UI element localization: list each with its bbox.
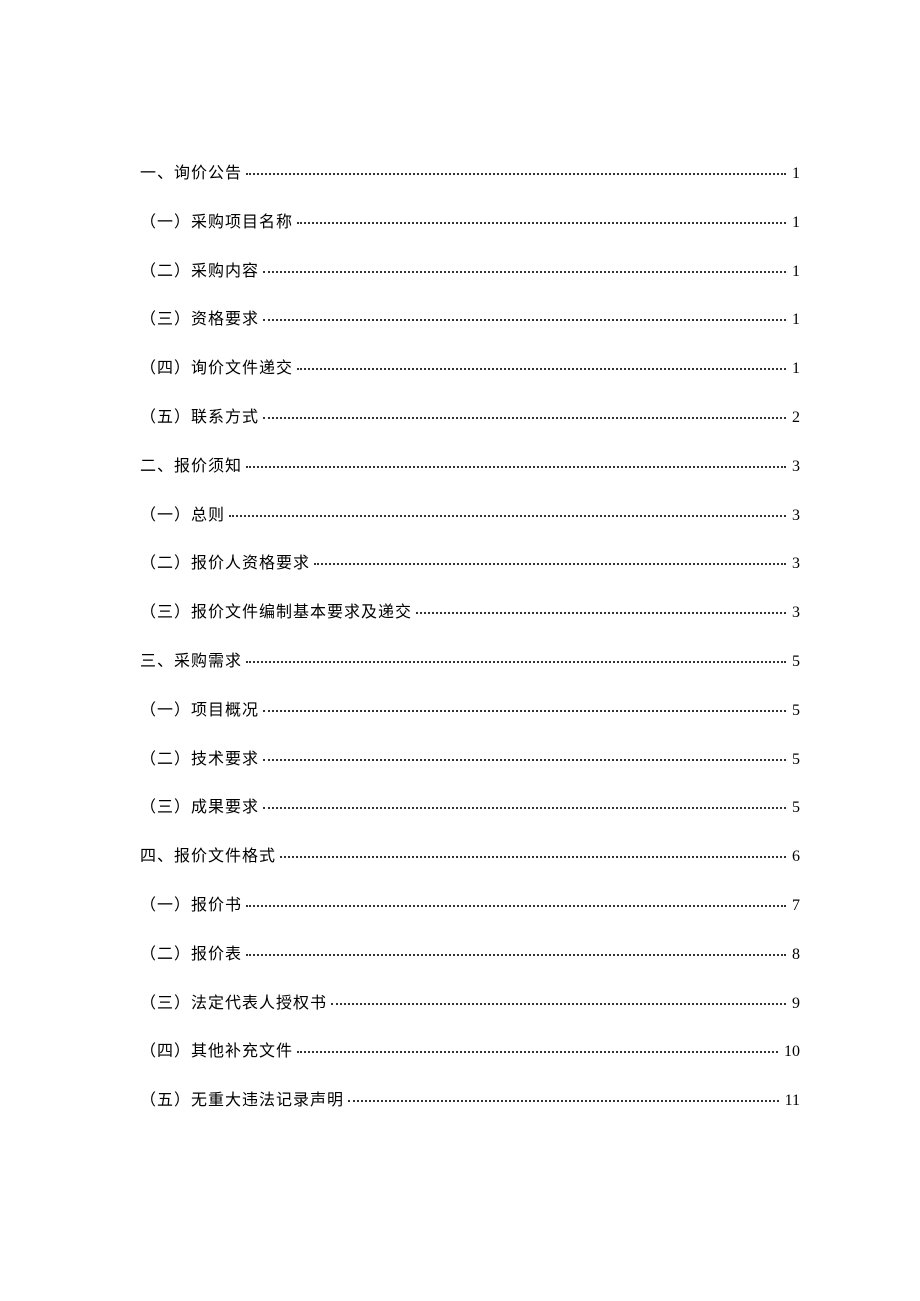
toc-label: （二）采购内容: [140, 258, 259, 287]
toc-page-number: 7: [792, 892, 800, 921]
toc-label: （五）无重大违法记录声明: [140, 1087, 344, 1116]
toc-dots: [246, 173, 786, 175]
toc-dots: [263, 807, 786, 809]
toc-entry: （四）询价文件递交 1: [140, 355, 800, 384]
toc-dots: [263, 271, 786, 273]
toc-label: （一）总则: [140, 502, 225, 531]
toc-dots: [348, 1100, 779, 1102]
toc-dots: [246, 905, 786, 907]
toc-label: （一）报价书: [140, 892, 242, 921]
toc-dots: [263, 759, 786, 761]
toc-dots: [297, 222, 786, 224]
toc-page-number: 3: [792, 599, 800, 628]
toc-dots: [331, 1003, 786, 1005]
toc-page-number: 1: [792, 258, 800, 287]
toc-dots: [246, 466, 786, 468]
toc-page-number: 5: [792, 648, 800, 677]
toc-label: （三）资格要求: [140, 306, 259, 335]
toc-dots: [297, 368, 786, 370]
toc-page-number: 10: [784, 1038, 800, 1067]
toc-entry: （三）成果要求 5: [140, 794, 800, 823]
toc-page-number: 5: [792, 794, 800, 823]
toc-entry: （一）项目概况 5: [140, 697, 800, 726]
toc-entry: （二）报价表 8: [140, 941, 800, 970]
toc-dots: [263, 710, 786, 712]
toc-dots: [314, 563, 786, 565]
toc-dots: [246, 661, 786, 663]
toc-page-number: 5: [792, 697, 800, 726]
toc-entry: （二）技术要求 5: [140, 746, 800, 775]
toc-dots: [229, 515, 786, 517]
toc-page-number: 5: [792, 746, 800, 775]
toc-label: （四）询价文件递交: [140, 355, 293, 384]
toc-dots: [246, 954, 786, 956]
toc-label: （三）成果要求: [140, 794, 259, 823]
toc-entry: （三）报价文件编制基本要求及递交 3: [140, 599, 800, 628]
toc-entry: （五）无重大违法记录声明 11: [140, 1087, 800, 1116]
toc-entry: （四）其他补充文件 10: [140, 1038, 800, 1067]
toc-label: （二）报价人资格要求: [140, 550, 310, 579]
toc-label: 四、报价文件格式: [140, 843, 276, 872]
toc-page-number: 1: [792, 160, 800, 189]
toc-page-number: 1: [792, 306, 800, 335]
toc-page-number: 3: [792, 502, 800, 531]
toc-page-number: 2: [792, 404, 800, 433]
toc-page-number: 6: [792, 843, 800, 872]
toc-entry: （五）联系方式 2: [140, 404, 800, 433]
toc-label: （三）报价文件编制基本要求及递交: [140, 599, 412, 628]
toc-page-number: 9: [792, 990, 800, 1019]
toc-label: （一）项目概况: [140, 697, 259, 726]
toc-label: 一、询价公告: [140, 160, 242, 189]
toc-dots: [280, 856, 786, 858]
toc-page-number: 1: [792, 209, 800, 238]
toc-page-number: 11: [785, 1087, 800, 1116]
toc-dots: [416, 612, 786, 614]
toc-page-number: 1: [792, 355, 800, 384]
toc-entry: （一）总则 3: [140, 502, 800, 531]
toc-label: （四）其他补充文件: [140, 1038, 293, 1067]
toc-page-number: 3: [792, 453, 800, 482]
toc-entry: 三、采购需求 5: [140, 648, 800, 677]
toc-label: 三、采购需求: [140, 648, 242, 677]
toc-page-number: 3: [792, 550, 800, 579]
document-page: 一、询价公告 1 （一）采购项目名称 1 （二）采购内容 1 （三）资格要求 1…: [0, 0, 920, 1116]
toc-entry: 二、报价须知 3: [140, 453, 800, 482]
toc-dots: [263, 417, 786, 419]
toc-label: （五）联系方式: [140, 404, 259, 433]
toc-label: （二）技术要求: [140, 746, 259, 775]
toc-label: （二）报价表: [140, 941, 242, 970]
toc-entry: （二）报价人资格要求 3: [140, 550, 800, 579]
toc-page-number: 8: [792, 941, 800, 970]
toc-entry: （二）采购内容 1: [140, 258, 800, 287]
toc-entry: 四、报价文件格式 6: [140, 843, 800, 872]
toc-dots: [263, 319, 786, 321]
toc-entry: （一）报价书 7: [140, 892, 800, 921]
toc-dots: [297, 1051, 778, 1053]
toc-entry: 一、询价公告 1: [140, 160, 800, 189]
toc-entry: （三）法定代表人授权书 9: [140, 990, 800, 1019]
table-of-contents: 一、询价公告 1 （一）采购项目名称 1 （二）采购内容 1 （三）资格要求 1…: [140, 160, 800, 1116]
toc-entry: （一）采购项目名称 1: [140, 209, 800, 238]
toc-label: （三）法定代表人授权书: [140, 990, 327, 1019]
toc-label: （一）采购项目名称: [140, 209, 293, 238]
toc-label: 二、报价须知: [140, 453, 242, 482]
toc-entry: （三）资格要求 1: [140, 306, 800, 335]
